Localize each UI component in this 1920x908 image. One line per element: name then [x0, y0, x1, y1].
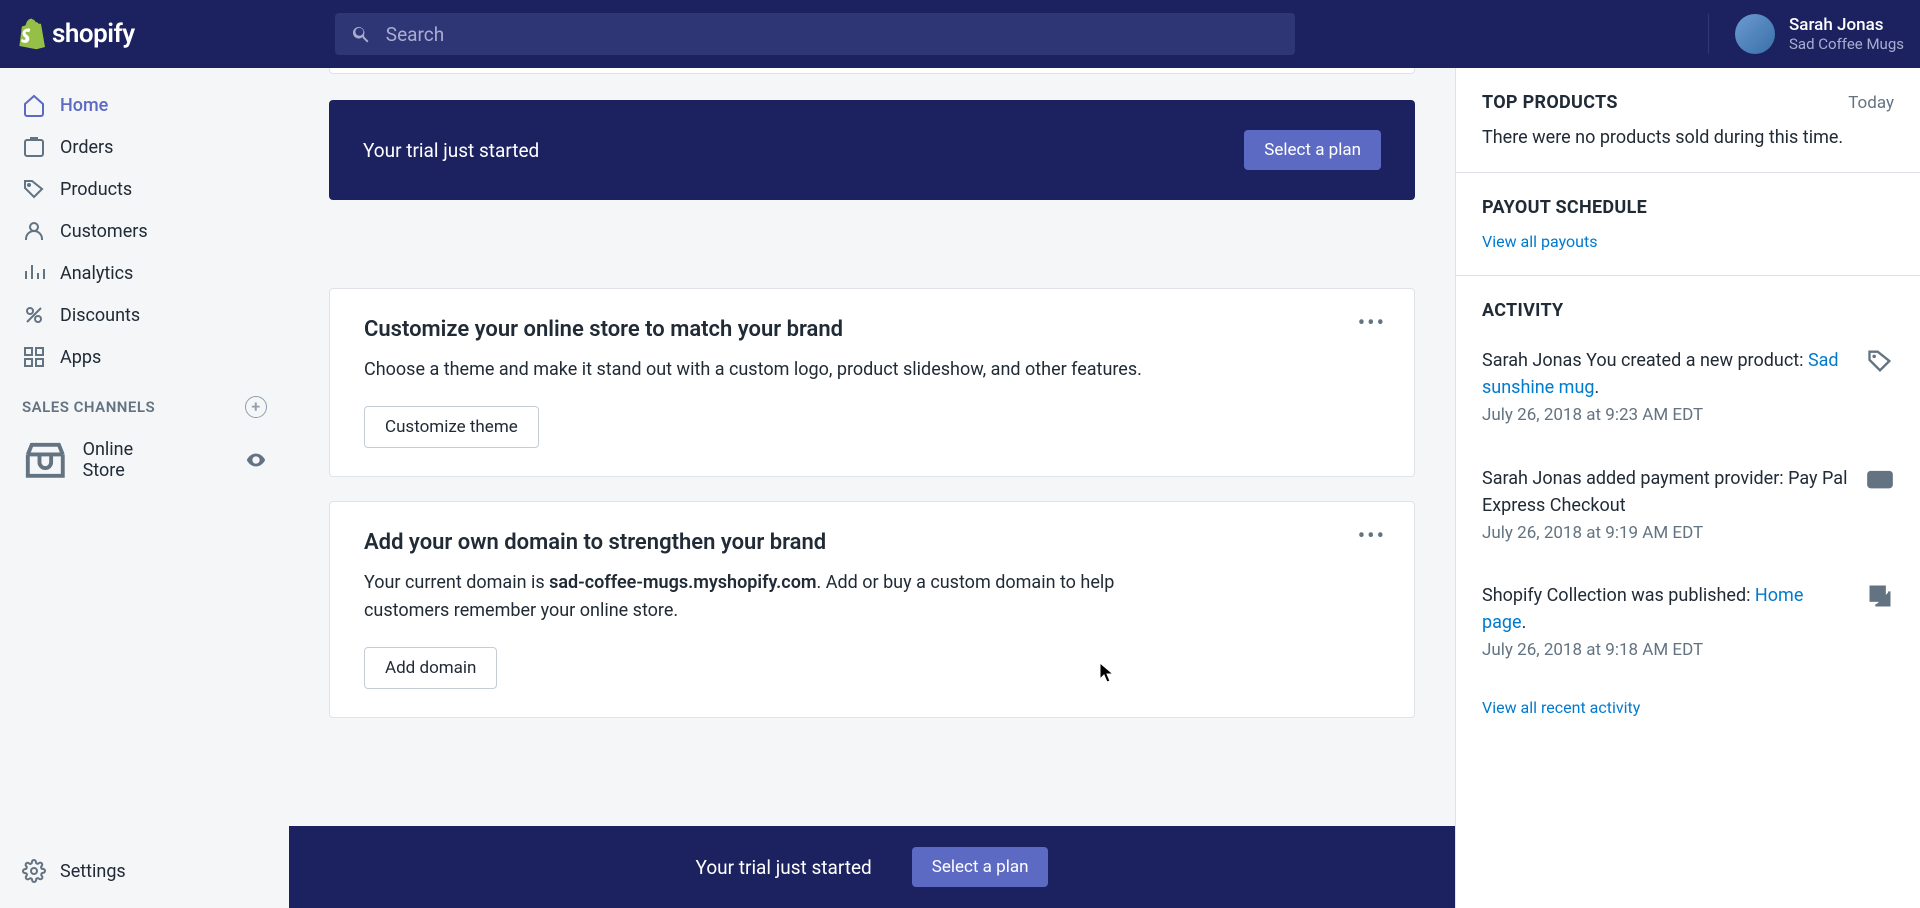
logo[interactable]: shopify	[16, 18, 135, 50]
domain-card: ••• Add your own domain to strengthen yo…	[329, 501, 1415, 718]
add-domain-button[interactable]: Add domain	[364, 647, 497, 689]
activity-item: Sarah Jonas added payment provider: Pay …	[1456, 447, 1920, 565]
activity-time: July 26, 2018 at 9:18 AM EDT	[1482, 638, 1848, 664]
top-products-title: TOP PRODUCTS	[1482, 92, 1618, 113]
view-all-activity-link[interactable]: View all recent activity	[1482, 698, 1640, 717]
discounts-icon	[22, 303, 46, 327]
domain-card-title: Add your own domain to strengthen your b…	[364, 530, 1380, 555]
sidebar: Home Orders Products Customers Analytics…	[0, 68, 289, 908]
nav-online-store[interactable]: Online Store	[8, 428, 281, 493]
card-menu-icon[interactable]: •••	[1358, 311, 1386, 336]
customize-card-body: Choose a theme and make it stand out wit…	[364, 356, 1144, 384]
activity-title: ACTIVITY	[1482, 300, 1894, 321]
nav-products[interactable]: Products	[8, 168, 281, 210]
activity-item: Sarah Jonas You created a new product: S…	[1456, 329, 1920, 447]
card-icon	[1866, 465, 1894, 493]
search-box[interactable]	[335, 13, 1295, 55]
nav-apps-label: Apps	[60, 347, 101, 368]
profile-store: Sad Coffee Mugs	[1789, 35, 1904, 53]
nav-analytics[interactable]: Analytics	[8, 252, 281, 294]
select-plan-button[interactable]: Select a plan	[1244, 130, 1381, 170]
view-all-activity: View all recent activity	[1456, 682, 1920, 733]
brand-name: shopify	[52, 19, 135, 49]
activity-body: Sarah Jonas added payment provider: Pay …	[1482, 465, 1848, 547]
nav-settings-label: Settings	[60, 861, 126, 882]
activity-suffix: .	[1595, 377, 1600, 398]
card-stub	[329, 68, 1415, 74]
nav-orders[interactable]: Orders	[8, 126, 281, 168]
profile-text: Sarah Jonas Sad Coffee Mugs	[1789, 15, 1904, 53]
trial-message: Your trial just started	[363, 139, 539, 162]
nav-orders-label: Orders	[60, 137, 113, 158]
nav-products-label: Products	[60, 179, 132, 200]
activity-suffix: .	[1522, 612, 1527, 633]
activity-text: Sarah Jonas added payment provider: Pay …	[1482, 468, 1847, 516]
online-store-icon	[22, 437, 69, 484]
payout-panel: PAYOUT SCHEDULE View all payouts	[1456, 173, 1920, 276]
topbar: shopify Sarah Jonas Sad Coffee Mugs	[0, 0, 1920, 68]
search-icon	[351, 23, 372, 45]
nav-customers-label: Customers	[60, 221, 148, 242]
shopify-icon	[16, 18, 46, 50]
activity-time: July 26, 2018 at 9:19 AM EDT	[1482, 521, 1848, 547]
profile[interactable]: Sarah Jonas Sad Coffee Mugs	[1708, 14, 1904, 54]
sales-channels-header: SALES CHANNELS +	[8, 378, 281, 428]
activity-body: Sarah Jonas You created a new product: S…	[1482, 347, 1848, 429]
domain-card-body: Your current domain is sad-coffee-mugs.m…	[364, 569, 1144, 625]
footer-trial-message: Your trial just started	[696, 856, 872, 879]
nav-settings[interactable]: Settings	[8, 850, 281, 892]
footer-trial-bar: Your trial just started Select a plan	[289, 826, 1455, 908]
orders-icon	[22, 135, 46, 159]
collection-icon	[1866, 582, 1894, 610]
top-products-meta: Today	[1848, 93, 1894, 113]
sales-channels-label: SALES CHANNELS	[22, 398, 155, 416]
nav-apps[interactable]: Apps	[8, 336, 281, 378]
nav-discounts[interactable]: Discounts	[8, 294, 281, 336]
payout-title: PAYOUT SCHEDULE	[1482, 197, 1647, 218]
nav-home-label: Home	[60, 95, 108, 116]
activity-body: Shopify Collection was published: Home p…	[1482, 582, 1848, 664]
top-products-empty: There were no products sold during this …	[1482, 127, 1894, 148]
trial-banner: Your trial just started Select a plan	[329, 100, 1415, 200]
customize-theme-button[interactable]: Customize theme	[364, 406, 539, 448]
nav-online-store-label: Online Store	[83, 439, 134, 481]
customize-card: ••• Customize your online store to match…	[329, 288, 1415, 477]
tag-icon	[1866, 347, 1894, 375]
search-container	[335, 13, 1295, 55]
profile-name: Sarah Jonas	[1789, 15, 1904, 35]
add-channel-button[interactable]: +	[245, 396, 267, 418]
nav-customers[interactable]: Customers	[8, 210, 281, 252]
home-icon	[22, 93, 46, 117]
main-content: Your trial just started Select a plan ••…	[289, 68, 1455, 908]
search-input[interactable]	[386, 23, 1279, 46]
customers-icon	[22, 219, 46, 243]
activity-text: Sarah Jonas You created a new product:	[1482, 350, 1808, 371]
activity-item: Shopify Collection was published: Home p…	[1456, 564, 1920, 682]
nav-analytics-label: Analytics	[60, 263, 133, 284]
current-domain: sad-coffee-mugs.myshopify.com	[549, 572, 816, 593]
footer-select-plan-button[interactable]: Select a plan	[912, 847, 1049, 887]
card-menu-icon[interactable]: •••	[1358, 524, 1386, 549]
nav-discounts-label: Discounts	[60, 305, 140, 326]
top-products-panel: TOP PRODUCTS Today There were no product…	[1456, 68, 1920, 173]
right-sidebar: TOP PRODUCTS Today There were no product…	[1455, 68, 1920, 908]
avatar	[1735, 14, 1775, 54]
products-icon	[22, 177, 46, 201]
activity-header-panel: ACTIVITY	[1456, 276, 1920, 329]
apps-icon	[22, 345, 46, 369]
nav-home[interactable]: Home	[8, 84, 281, 126]
activity-time: July 26, 2018 at 9:23 AM EDT	[1482, 403, 1848, 429]
domain-body-pre: Your current domain is	[364, 572, 549, 593]
eye-icon[interactable]	[245, 449, 267, 471]
customize-card-title: Customize your online store to match you…	[364, 317, 1380, 342]
view-payouts-link[interactable]: View all payouts	[1482, 232, 1894, 251]
settings-icon	[22, 859, 46, 883]
analytics-icon	[22, 261, 46, 285]
activity-text: Shopify Collection was published:	[1482, 585, 1755, 606]
